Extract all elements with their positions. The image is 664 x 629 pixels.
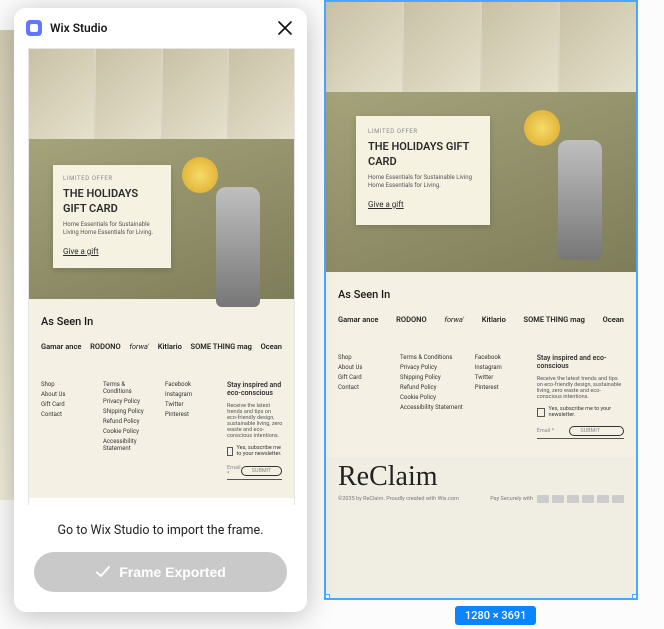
selection-size-badge: 1280 × 3691 [455, 606, 536, 625]
footer-links: Shop About Us Gift Card Contact Terms & … [326, 342, 636, 457]
close-button[interactable] [275, 18, 295, 38]
press-logos: Gamar ance RODONO forwa' Kitlario SOME T… [338, 315, 624, 324]
footer-link[interactable]: Shipping Policy [400, 374, 463, 381]
subscribe-label: Yes, subscribe me to your newsletter. [549, 406, 624, 418]
footer-link[interactable]: Cookie Policy [400, 394, 463, 401]
footer-link[interactable]: Pinterest [475, 384, 525, 391]
credit-row: ©2035 by ReClaim. Proudly created with W… [326, 495, 636, 513]
footer-link[interactable]: Twitter [475, 374, 525, 381]
press-logo: Kitlario [482, 315, 506, 324]
subscribe-checkbox[interactable] [537, 408, 545, 417]
hero-section: LIMITED OFFER THE HOLIDAYS GIFT CARD Hom… [326, 92, 636, 272]
hero-heading: THE HOLIDAYS GIFT CARD [368, 140, 478, 170]
cta-label: Frame Exported [119, 564, 226, 580]
press-logo: forwa' [444, 315, 464, 324]
press-logo: Gamar ance [338, 315, 378, 324]
footer-link[interactable]: Facebook [475, 354, 525, 361]
press-logo: SOME THING mag [524, 315, 585, 324]
brand-wordmark: ReClaim [326, 457, 636, 495]
selected-frame[interactable]: LIMITED OFFER THE HOLIDAYS GIFT CARD Hom… [324, 0, 638, 600]
bottle-graphic [558, 140, 602, 260]
close-icon [278, 21, 292, 35]
press-logo: Ocean [603, 315, 624, 324]
dialog-preview: LIMITED OFFER THE HOLIDAYS GIFT CARD Hom… [14, 48, 307, 505]
footer-link[interactable]: Instagram [475, 364, 525, 371]
footer-link[interactable]: About Us [338, 364, 388, 371]
dialog-message: Go to Wix Studio to import the frame. [34, 523, 287, 538]
hero-sub: Home Essentials for Sustainable Living H… [368, 174, 478, 190]
newsletter-block: Stay inspired and eco-conscious Receive … [537, 354, 624, 439]
email-field[interactable]: Email * [537, 428, 570, 434]
footer-link[interactable]: Contact [338, 384, 388, 391]
wix-studio-dialog: Wix Studio LIMITED OFFER THE HOLIDAYS GI… [14, 8, 307, 612]
dialog-title: Wix Studio [50, 21, 267, 35]
image-strip [326, 2, 636, 92]
hero-cta-link[interactable]: Give a gift [368, 200, 478, 211]
as-seen-in-section: As Seen In Gamar ance RODONO forwa' Kitl… [326, 272, 636, 342]
wix-studio-logo-icon [26, 20, 42, 36]
frame-exported-button[interactable]: Frame Exported [34, 552, 287, 592]
footer-link[interactable]: Refund Policy [400, 384, 463, 391]
dialog-footer: Go to Wix Studio to import the frame. Fr… [14, 505, 307, 612]
payment-icons [537, 495, 624, 503]
footer-link[interactable]: Privacy Policy [400, 364, 463, 371]
as-seen-in-heading: As Seen In [338, 288, 624, 301]
pay-label: Pay Securely with [490, 496, 533, 502]
credit-text: ©2035 by ReClaim. Proudly created with W… [338, 496, 459, 502]
check-icon [95, 564, 111, 580]
newsletter-heading: Stay inspired and eco-conscious [537, 354, 624, 370]
hero-offer-card: LIMITED OFFER THE HOLIDAYS GIFT CARD Hom… [356, 116, 490, 225]
footer-link[interactable]: Gift Card [338, 374, 388, 381]
footer-link[interactable]: Shop [338, 354, 388, 361]
submit-button[interactable]: SUBMIT [569, 426, 624, 436]
newsletter-blurb: Receive the latest trends and tips on ec… [537, 376, 624, 400]
hero-overline: LIMITED OFFER [368, 128, 478, 136]
dialog-header: Wix Studio [14, 8, 307, 48]
landing-preview: LIMITED OFFER THE HOLIDAYS GIFT CARD Hom… [326, 2, 636, 513]
footer-link[interactable]: Accessibility Statement [400, 404, 463, 411]
lemon-graphic [524, 110, 560, 146]
press-logo: RODONO [396, 315, 426, 324]
footer-link[interactable]: Terms & Conditions [400, 354, 463, 361]
